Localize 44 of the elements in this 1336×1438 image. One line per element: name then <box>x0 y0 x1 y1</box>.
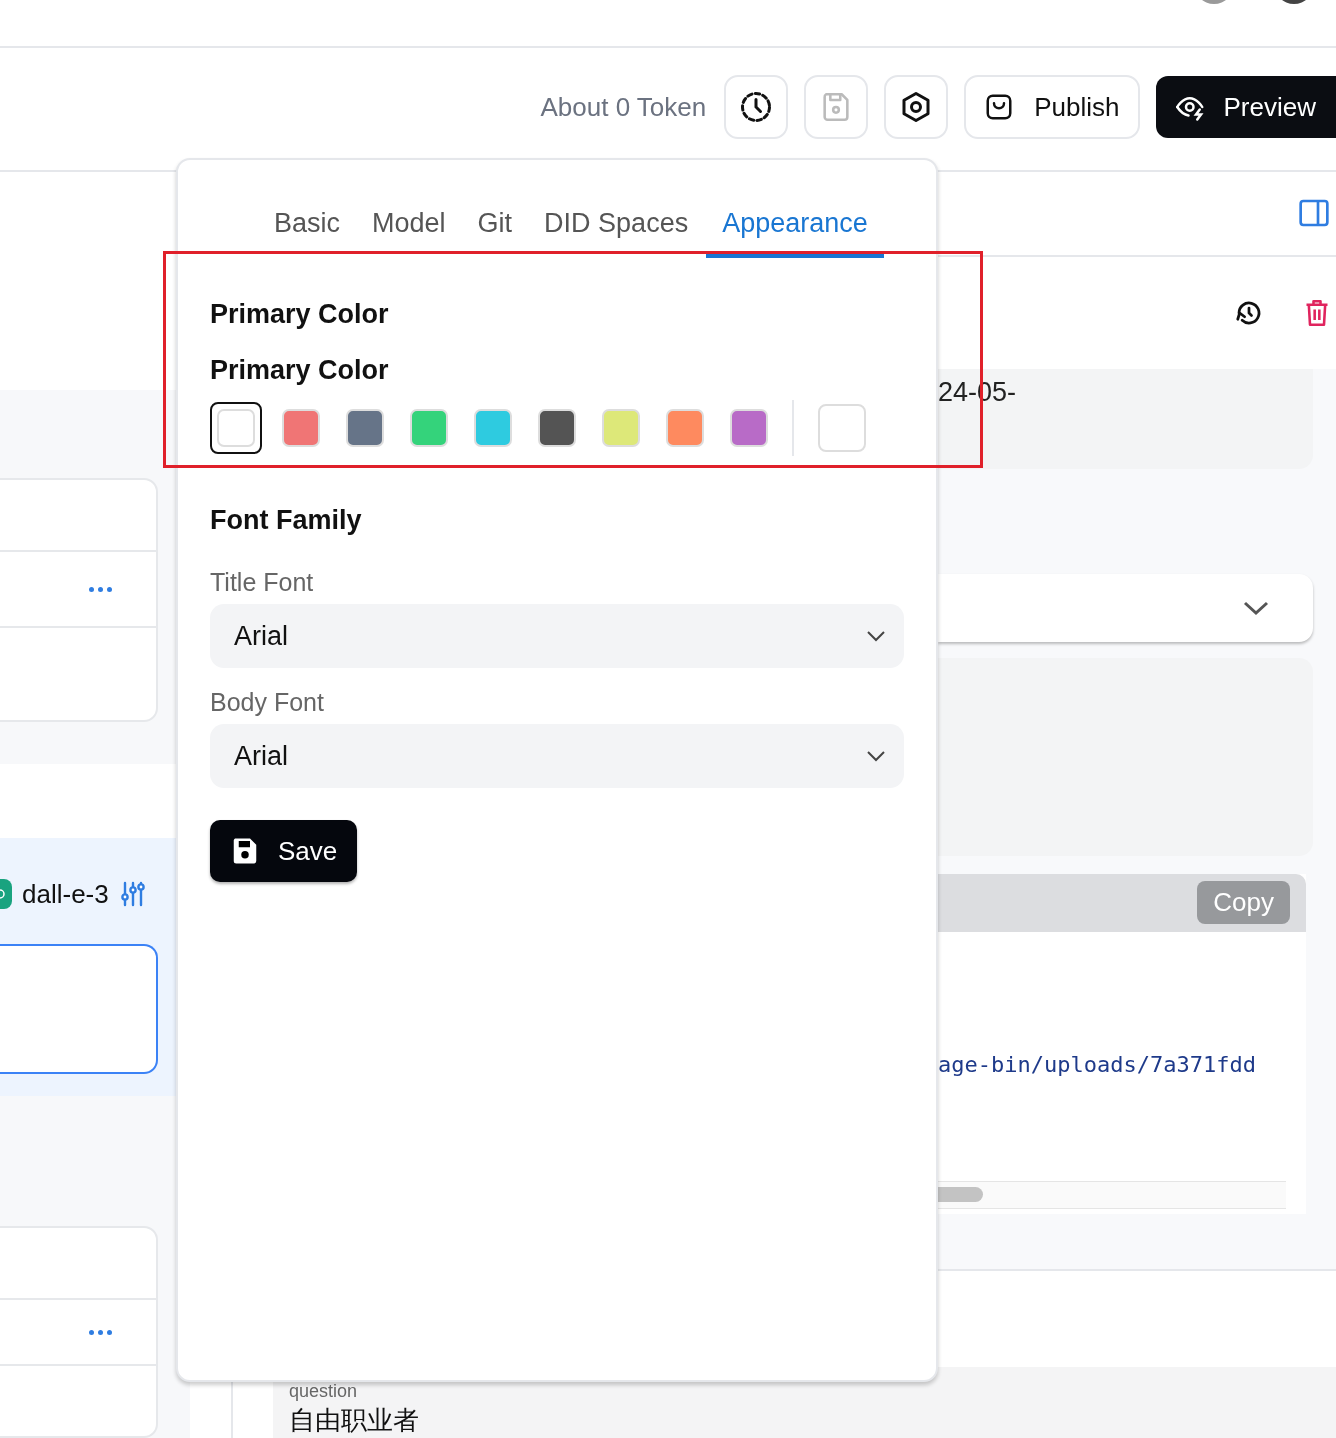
custom-color-button[interactable] <box>818 404 866 452</box>
prompt-field[interactable] <box>0 944 158 1074</box>
tab[interactable]: Model <box>358 202 460 258</box>
field-label: Title Font <box>210 567 315 598</box>
scrollbar[interactable] <box>938 1180 1286 1209</box>
color-swatch[interactable] <box>344 407 386 449</box>
model-name: dall-e-3 <box>22 878 109 910</box>
font-select[interactable]: Arial <box>210 604 904 668</box>
trash-icon[interactable] <box>1304 298 1330 327</box>
tab[interactable]: Appearance <box>706 202 884 258</box>
history-button[interactable] <box>724 75 789 139</box>
bag-icon <box>984 92 1015 122</box>
preview-button[interactable]: Preview <box>1155 76 1336 138</box>
color-swatch[interactable] <box>664 407 706 449</box>
tab[interactable]: Basic <box>260 202 355 258</box>
color-swatch[interactable] <box>536 407 578 449</box>
color-swatch[interactable] <box>472 407 514 449</box>
tab[interactable]: Git <box>463 202 527 258</box>
section-heading: Primary Color <box>210 298 390 331</box>
color-swatch[interactable] <box>280 407 322 449</box>
sliders-icon[interactable] <box>120 881 145 907</box>
section-heading: Font Family <box>210 504 363 537</box>
chevron-icon <box>866 630 886 642</box>
field-label: Primary Color <box>210 354 390 387</box>
code-text: age-bin/uploads/7a371fdd <box>938 1051 1256 1077</box>
color-swatch[interactable] <box>408 407 450 449</box>
token-count: About 0 Token <box>540 91 707 123</box>
settings-button[interactable] <box>884 75 949 139</box>
save-button[interactable]: Save <box>210 820 358 882</box>
chevron-icon <box>866 750 886 762</box>
field-value: 自由职业者 <box>289 1404 420 1437</box>
color-swatch[interactable] <box>728 407 770 449</box>
model-logo-icon <box>0 879 12 909</box>
publish-button[interactable]: Publish <box>964 75 1140 139</box>
chevron-icon <box>1243 599 1269 616</box>
tab[interactable]: DID Spaces <box>530 202 703 258</box>
font-select[interactable]: Arial <box>210 724 904 788</box>
select-field[interactable] <box>938 573 1313 642</box>
color-swatch[interactable] <box>600 407 642 449</box>
field-label: question <box>289 1380 359 1403</box>
more-icon[interactable] <box>89 586 112 592</box>
more-icon[interactable] <box>89 1329 112 1335</box>
field-label: Body Font <box>210 687 325 718</box>
color-swatch[interactable] <box>210 402 262 454</box>
